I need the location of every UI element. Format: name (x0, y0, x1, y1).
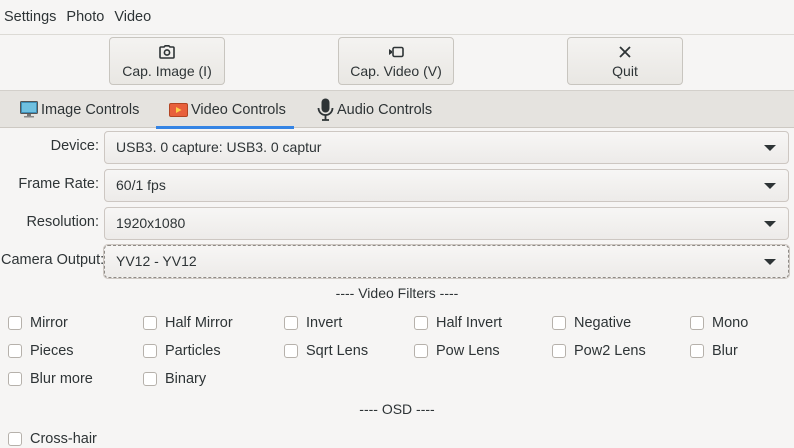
microphone-icon (317, 98, 334, 122)
checkbox[interactable] (8, 344, 22, 358)
camera-output-label: Camera Output: (1, 252, 105, 268)
dropdown-arrow-icon (764, 221, 776, 227)
checkbox[interactable] (8, 432, 22, 446)
filter-binary-label: Binary (165, 371, 207, 387)
filter-mirror-label: Mirror (30, 315, 68, 331)
filter-blur[interactable]: Blur (690, 343, 738, 359)
checkbox[interactable] (8, 372, 22, 386)
menu-photo[interactable]: Photo (61, 0, 109, 34)
frame-rate-value: 60/1 fps (116, 177, 166, 193)
frame-rate-label: Frame Rate: (18, 176, 99, 192)
dropdown-arrow-icon (764, 145, 776, 151)
menu-video[interactable]: Video (109, 0, 156, 34)
device-value: USB3. 0 capture: USB3. 0 captur (116, 139, 322, 155)
checkbox[interactable] (284, 344, 298, 358)
filter-invert[interactable]: Invert (284, 315, 342, 331)
tab-image-controls[interactable]: Image Controls (20, 91, 139, 128)
tab-bar: Image Controls Video Controls Audio Cont… (0, 90, 794, 129)
checkbox[interactable] (690, 344, 704, 358)
device-label: Device: (50, 138, 99, 154)
checkbox[interactable] (414, 344, 428, 358)
filter-negative-label: Negative (574, 315, 632, 331)
filter-half-invert[interactable]: Half Invert (414, 315, 502, 331)
filter-mono-label: Mono (712, 315, 749, 331)
osd-title: ---- OSD ---- (359, 401, 435, 417)
filter-negative[interactable]: Negative (552, 315, 631, 331)
filter-pieces[interactable]: Pieces (8, 343, 74, 359)
filter-blur-more[interactable]: Blur more (8, 371, 93, 387)
menubar: Settings Photo Video (0, 0, 794, 34)
filter-pieces-label: Pieces (30, 343, 74, 359)
checkbox[interactable] (143, 344, 157, 358)
filter-pow2-lens[interactable]: Pow2 Lens (552, 343, 646, 359)
toolbar: Cap. Image (I) Cap. Video (V) Quit (0, 34, 794, 90)
tab-image-controls-label: Image Controls (41, 101, 140, 118)
filter-half-mirror[interactable]: Half Mirror (143, 315, 233, 331)
filter-sqrt-lens[interactable]: Sqrt Lens (284, 343, 368, 359)
dropdown-arrow-icon (764, 259, 776, 265)
tab-audio-controls[interactable]: Audio Controls (317, 91, 432, 128)
resolution-select[interactable]: 1920x1080 (104, 207, 789, 240)
filter-blur-more-label: Blur more (30, 371, 93, 387)
close-icon (619, 43, 631, 61)
checkbox[interactable] (414, 316, 428, 330)
quit-label: Quit (612, 63, 638, 79)
menu-settings[interactable]: Settings (0, 0, 61, 34)
filter-mirror[interactable]: Mirror (8, 315, 68, 331)
video-icon (169, 102, 188, 117)
video-camera-icon (388, 43, 404, 61)
resolution-label: Resolution: (26, 214, 99, 230)
resolution-value: 1920x1080 (116, 215, 186, 231)
filter-pow2-lens-label: Pow2 Lens (574, 343, 646, 359)
checkbox[interactable] (284, 316, 298, 330)
checkbox[interactable] (690, 316, 704, 330)
osd-cross-hair-label: Cross-hair (30, 431, 97, 447)
filter-pow-lens-label: Pow Lens (436, 343, 500, 359)
monitor-icon (20, 101, 38, 118)
quit-button[interactable]: Quit (567, 37, 683, 85)
checkbox[interactable] (552, 316, 566, 330)
tab-video-controls[interactable]: Video Controls (156, 91, 294, 129)
capture-video-button[interactable]: Cap. Video (V) (338, 37, 454, 85)
device-select[interactable]: USB3. 0 capture: USB3. 0 captur (104, 131, 789, 164)
osd-cross-hair[interactable]: Cross-hair (8, 431, 97, 447)
filter-sqrt-lens-label: Sqrt Lens (306, 343, 369, 359)
capture-image-button[interactable]: Cap. Image (I) (109, 37, 225, 85)
filter-binary[interactable]: Binary (143, 371, 206, 387)
filter-particles-label: Particles (165, 343, 221, 359)
tab-video-controls-label: Video Controls (191, 101, 286, 118)
filter-half-mirror-label: Half Mirror (165, 315, 233, 331)
filter-mono[interactable]: Mono (690, 315, 748, 331)
checkbox[interactable] (8, 316, 22, 330)
dropdown-arrow-icon (764, 183, 776, 189)
camera-output-value: YV12 - YV12 (116, 253, 197, 269)
tab-audio-controls-label: Audio Controls (337, 101, 433, 118)
capture-image-label: Cap. Image (I) (122, 63, 212, 79)
camera-output-select[interactable]: YV12 - YV12 (103, 244, 790, 279)
filter-half-invert-label: Half Invert (436, 315, 503, 331)
checkbox[interactable] (552, 344, 566, 358)
video-filters-title: ---- Video Filters ---- (335, 285, 459, 301)
filter-particles[interactable]: Particles (143, 343, 221, 359)
filter-blur-label: Blur (712, 343, 738, 359)
filter-invert-label: Invert (306, 315, 343, 331)
frame-rate-select[interactable]: 60/1 fps (104, 169, 789, 202)
checkbox[interactable] (143, 372, 157, 386)
capture-video-label: Cap. Video (V) (350, 63, 442, 79)
camera-icon (159, 43, 175, 61)
filter-pow-lens[interactable]: Pow Lens (414, 343, 500, 359)
checkbox[interactable] (143, 316, 157, 330)
